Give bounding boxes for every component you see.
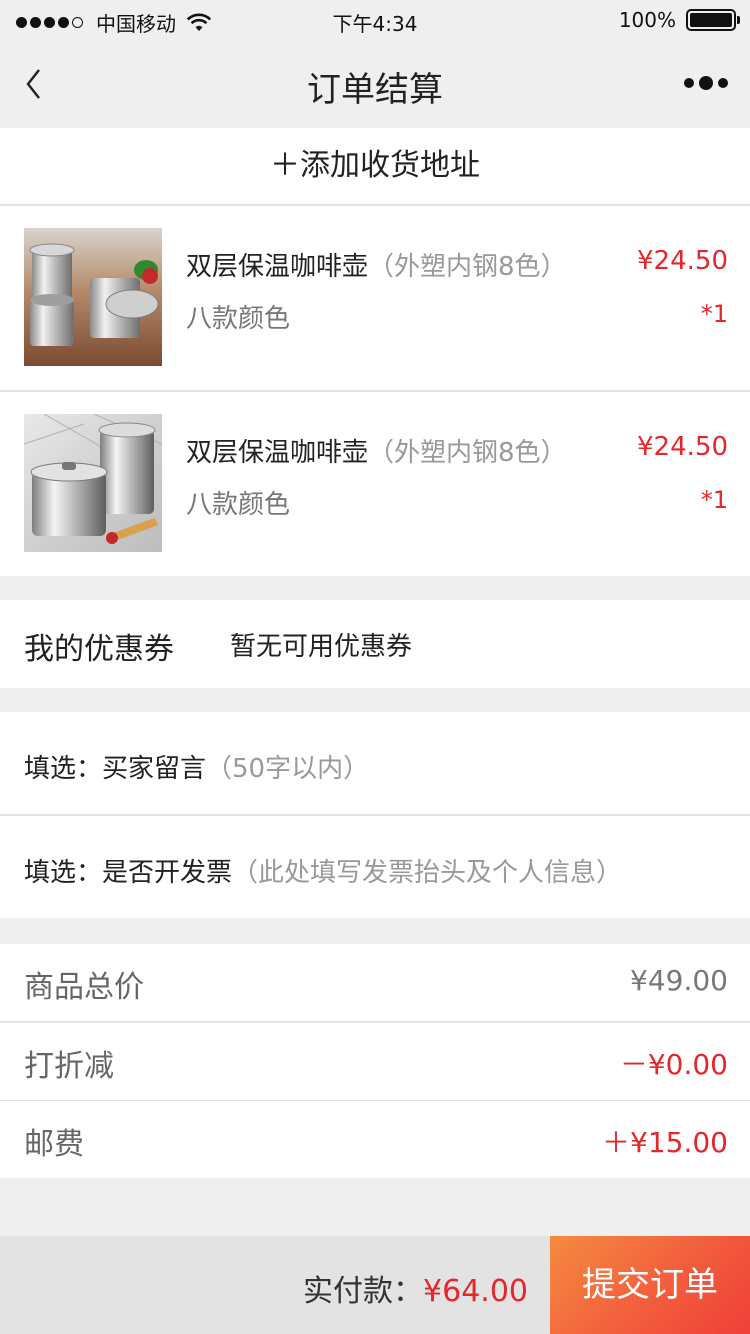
product-spec: （外塑内钢8色） — [368, 252, 567, 282]
buyer-message-placeholder: （50字以内） — [206, 754, 370, 784]
product-quantity: *1 — [700, 300, 728, 328]
product-spec: （外塑内钢8色） — [368, 438, 567, 468]
total-label: 商品总价 — [24, 970, 144, 1005]
pay-amount: ¥64.00 — [423, 1274, 528, 1309]
shipping-label: 邮费 — [24, 1127, 84, 1162]
invoice-text: 填选：是否开发票（此处填写发票抬头及个人信息） — [24, 852, 622, 889]
coupon-row[interactable]: 我的优惠券 暂无可用优惠券 — [0, 600, 750, 688]
product-image — [24, 228, 162, 366]
shipping-value: ＋¥15.00 — [602, 1126, 728, 1159]
product-price: ¥24.50 — [637, 432, 728, 462]
product-name: 双层保温咖啡壶（外塑内钢8色） — [186, 438, 567, 468]
nav-bar: 订单结算 — [0, 40, 750, 128]
battery-percent: 100% — [618, 8, 676, 32]
pay-label: 实付款： — [303, 1274, 424, 1309]
total-value: ¥49.00 — [630, 964, 728, 997]
invoice-placeholder: （此处填写发票抬头及个人信息） — [232, 858, 623, 888]
page-title: 订单结算 — [307, 70, 443, 110]
product-image — [24, 414, 162, 552]
checkout-bar: 实付款：¥64.00 提交订单 — [0, 1236, 750, 1334]
pay-total: 实付款：¥64.00 — [303, 1266, 528, 1310]
discount-value: －¥0.00 — [619, 1048, 728, 1081]
product-item[interactable]: 双层保温咖啡壶（外塑内钢8色） 八款颜色 ¥24.50 *1 — [0, 392, 750, 576]
battery-icon — [686, 9, 740, 31]
buyer-message-label: 填选：买家留言 — [24, 754, 207, 784]
product-color: 八款颜色 — [186, 490, 291, 520]
product-quantity: *1 — [700, 486, 728, 514]
coupon-label: 我的优惠券 — [24, 632, 174, 667]
summary-row-total: 商品总价 ¥49.00 — [0, 944, 750, 1021]
discount-label: 打折减 — [24, 1049, 114, 1084]
product-color: 八款颜色 — [186, 304, 291, 334]
summary-row-discount: 打折减 －¥0.00 — [0, 1023, 750, 1100]
submit-order-button[interactable]: 提交订单 — [550, 1236, 750, 1334]
buyer-message-field[interactable]: 填选：买家留言（50字以内） — [0, 712, 750, 814]
invoice-field[interactable]: 填选：是否开发票（此处填写发票抬头及个人信息） — [0, 816, 750, 918]
buyer-message-text: 填选：买家留言（50字以内） — [24, 748, 369, 785]
product-name: 双层保温咖啡壶（外塑内钢8色） — [186, 252, 567, 282]
add-address-button[interactable]: ＋添加收货地址 — [0, 128, 750, 204]
status-right: 100% — [618, 8, 740, 32]
product-item[interactable]: 双层保温咖啡壶（外塑内钢8色） 八款颜色 ¥24.50 *1 — [0, 206, 750, 390]
summary-row-shipping: 邮费 ＋¥15.00 — [0, 1101, 750, 1178]
invoice-label: 填选：是否开发票 — [24, 858, 233, 888]
more-dots-icon[interactable] — [679, 76, 728, 90]
status-bar: 中国移动 下午4:34 100% — [0, 0, 750, 40]
product-price: ¥24.50 — [637, 246, 728, 276]
coupon-value: 暂无可用优惠券 — [230, 632, 413, 662]
